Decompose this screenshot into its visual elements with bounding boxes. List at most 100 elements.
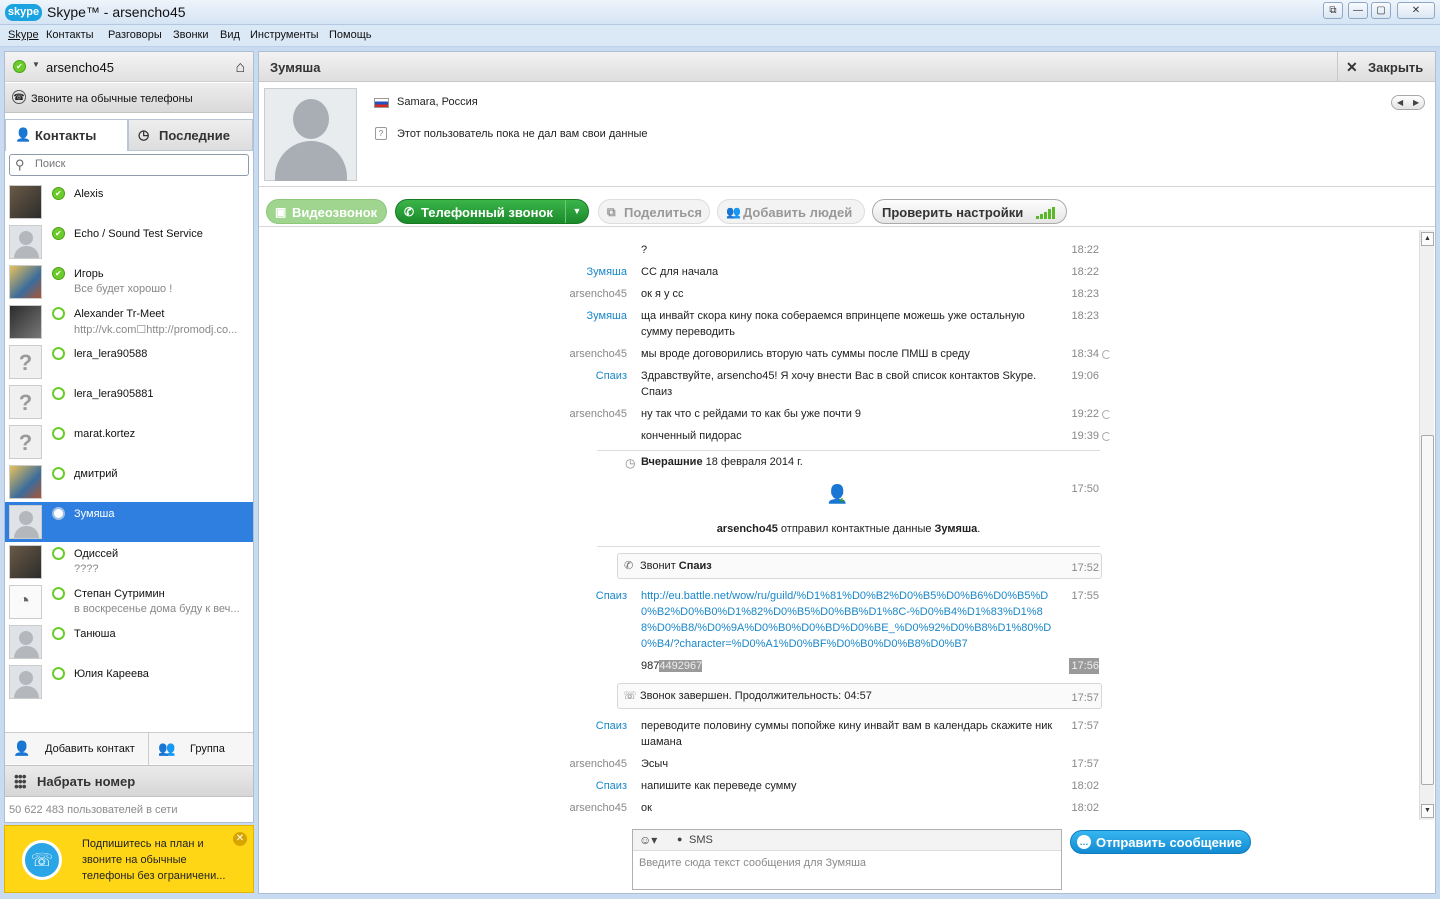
clock-icon: ◷ [138, 127, 150, 142]
message-sender[interactable]: Спаиз [427, 718, 627, 734]
contact-profile: Samara, Россия ? Этот пользователь пока … [259, 83, 1435, 187]
restore-small-icon[interactable]: ⧉ [1323, 2, 1343, 19]
call-phones-button[interactable]: ☎ Звоните на обычные телефоны [5, 83, 253, 113]
add-people-button[interactable]: 👥 Добавить людей [717, 199, 865, 224]
contact-location: Samara, Россия [397, 96, 478, 108]
message-sender[interactable]: Зумяша [427, 308, 627, 324]
chevron-down-icon[interactable]: ▼ [565, 200, 588, 223]
close-icon[interactable]: ✕ [233, 832, 247, 846]
contact-row[interactable]: ? lera_lera905881 [5, 382, 253, 422]
contact-row[interactable]: Зумяша [5, 502, 253, 542]
profile-nav-arrows[interactable]: ◀ ▶ [1391, 95, 1425, 110]
close-icon: ✕ [1346, 59, 1358, 75]
contact-row[interactable]: Юлия Кареева [5, 662, 253, 702]
group-button[interactable]: 👥 Группа [150, 733, 253, 765]
person-icon: 👤 [15, 127, 32, 142]
menu-help[interactable]: Помощь [329, 29, 372, 41]
message-sender[interactable]: Спаиз [427, 368, 627, 384]
menu-contacts[interactable]: Контакты [46, 29, 94, 41]
online-status-icon[interactable] [13, 60, 26, 73]
menu-view[interactable]: Вид [220, 29, 240, 41]
arrow-left-icon[interactable]: ◀ [1397, 98, 1403, 107]
online-user-count: 50 622 483 пользователей в сети [9, 804, 178, 816]
message-sender[interactable]: Зумяша [427, 264, 627, 280]
sms-label[interactable]: SMS [689, 834, 713, 846]
emoticon-icon[interactable]: ☺▾ [639, 833, 657, 847]
online-status-icon [52, 267, 65, 280]
sms-icon[interactable]: ● [677, 834, 682, 844]
contact-row[interactable]: дмитрий [5, 462, 253, 502]
tab-recent[interactable]: ◷ Последние [128, 119, 253, 151]
pending-icon [1102, 350, 1111, 359]
menu-skype[interactable]: Skype [8, 29, 39, 41]
menu-conversations[interactable]: Разговоры [108, 29, 162, 41]
arrow-right-icon[interactable]: ▶ [1413, 98, 1419, 107]
message-sender[interactable]: Спаиз [427, 588, 627, 604]
chat-scrollbar[interactable]: ▲ ▼ [1419, 230, 1434, 820]
home-icon[interactable]: ⌂ [235, 59, 245, 77]
menu-bar: Skype Контакты Разговоры Звонки Вид Инст… [0, 25, 1440, 47]
contact-info-text: Этот пользователь пока не дал вам свои д… [397, 128, 648, 140]
call-started-label: Звонит [640, 560, 679, 572]
chevron-down-icon[interactable]: ▼ [32, 60, 40, 69]
search-input[interactable] [35, 158, 240, 170]
send-message-button[interactable]: … Отправить сообщение [1070, 830, 1251, 854]
dial-number-button[interactable]: ••• ••• ••• Набрать номер [5, 765, 253, 797]
tab-recent-label: Последние [159, 128, 230, 143]
contact-row[interactable]: Игорь Все будет хорошо ! [5, 262, 253, 302]
promo-banner[interactable]: ☏ Подпишитесь на план и звоните на обычн… [4, 825, 254, 893]
contact-tabs: 👤 Контакты ◷ Последние [5, 119, 253, 151]
group-label: Группа [190, 743, 225, 755]
menu-calls[interactable]: Звонки [173, 29, 209, 41]
day-separator-date: 18 февраля 2014 г. [702, 456, 803, 468]
contact-row[interactable]: Alexander Tr-Meet http://vk.com☐http://pr… [5, 302, 253, 342]
avatar [9, 585, 42, 619]
conversation-pane: Зумяша ✕ Закрыть Samara, Россия ? Этот п… [258, 51, 1436, 894]
add-contact-label: Добавить контакт [45, 743, 135, 755]
avatar [9, 265, 42, 299]
contact-row[interactable]: Echo / Sound Test Service [5, 222, 253, 262]
event-user: arsencho45 [716, 523, 778, 535]
contact-row[interactable]: ? marat.kortez [5, 422, 253, 462]
scroll-up-icon[interactable]: ▲ [1421, 232, 1434, 246]
my-profile-row[interactable]: ▼ arsencho45 ⌂ [5, 52, 253, 82]
message-time: 19:22 [1071, 408, 1099, 420]
message-text: ща инвайт скора кину пока собераемся впр… [641, 310, 1025, 338]
message-compose[interactable]: ☺▾ ● SMS Введите сюда текст сообщения дл… [632, 829, 1062, 890]
message-sender[interactable]: Спаиз [427, 778, 627, 794]
contact-row[interactable]: Одиссей???? [5, 542, 253, 582]
message-link[interactable]: http://eu.battle.net/wow/ru/guild/%D1%81… [641, 588, 1053, 652]
offline-status-icon [52, 627, 65, 640]
separator-line [597, 546, 1100, 547]
avatar [9, 185, 42, 219]
contact-row[interactable]: Alexis [5, 182, 253, 222]
contact-sent-event: arsencho45 отправил контактные данные Зу… [597, 523, 1100, 535]
minimize-button[interactable]: — [1348, 2, 1368, 19]
offline-status-icon [52, 467, 65, 480]
close-window-button[interactable]: ✕ [1397, 2, 1435, 19]
close-conversation-button[interactable]: ✕ Закрыть [1337, 52, 1435, 82]
share-button[interactable]: ⧉ Поделиться [598, 199, 710, 224]
message-time: 18:23 [1071, 310, 1099, 322]
pending-icon [1102, 410, 1111, 419]
online-status-icon [52, 187, 65, 200]
contact-row[interactable]: Танюша [5, 622, 253, 662]
contact-mood: Все будет хорошо ! [74, 283, 173, 295]
message-input[interactable]: Введите сюда текст сообщения для Зумяша [639, 857, 866, 869]
video-call-button[interactable]: ▣ Видеозвонок [266, 199, 387, 224]
left-pane: ▼ arsencho45 ⌂ ☎ Звоните на обычные теле… [4, 51, 254, 823]
tab-contacts[interactable]: 👤 Контакты [5, 119, 128, 151]
contact-row[interactable]: ? lera_lera90588 [5, 342, 253, 382]
menu-tools[interactable]: Инструменты [250, 29, 319, 41]
message-history[interactable]: ? 18:22 Зумяша СС для начала 18:22 arsencho45… [259, 228, 1419, 820]
scroll-thumb[interactable] [1421, 435, 1434, 785]
scroll-down-icon[interactable]: ▼ [1421, 804, 1434, 818]
promo-text: Подпишитесь на план и звоните на обычные… [82, 838, 226, 882]
contact-name: marat.kortez [74, 428, 136, 440]
maximize-button[interactable]: ▢ [1371, 2, 1391, 19]
contact-row[interactable]: Степан Сутримин в воскресенье дома буду к… [5, 582, 253, 622]
search-box[interactable]: ⚲ [9, 154, 249, 176]
add-contact-button[interactable]: 👤 Добавить контакт [5, 733, 149, 765]
phone-call-button[interactable]: ✆ Телефонный звонок ▼ [395, 199, 589, 224]
check-settings-button[interactable]: Проверить настройки [872, 199, 1067, 224]
